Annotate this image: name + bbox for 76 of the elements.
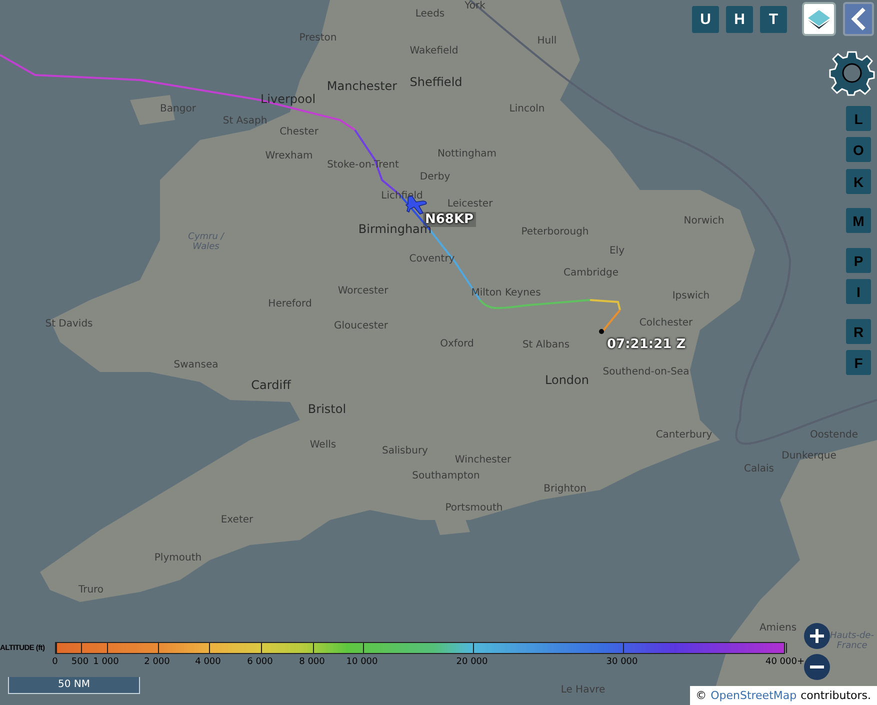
place-label: Oostende (810, 430, 858, 440)
toggle-button[interactable]: T (760, 6, 787, 32)
place-label: Colchester (639, 318, 693, 328)
toggle-button[interactable]: H (726, 6, 753, 32)
toggle-button[interactable]: K (846, 169, 871, 194)
place-label: St Davids (45, 318, 93, 330)
place-label: Cambridge (564, 268, 618, 278)
place-label: Winchester (454, 454, 512, 466)
toggle-button[interactable]: U (692, 6, 719, 32)
legend-tick-label: 2 000 (144, 657, 170, 667)
toggle-button[interactable]: P (846, 248, 871, 273)
legend-tick-label: 10 000 (346, 657, 378, 667)
legend-tick-label: 500 (71, 657, 89, 667)
place-label: Norwich (684, 216, 724, 226)
legend-tick-label: 40 000+ (765, 657, 805, 667)
copyright-text: © (696, 689, 707, 702)
toggle-button[interactable]: L (846, 106, 871, 131)
place-label: Swansea (174, 360, 218, 370)
place-label: Wrexham (265, 150, 313, 162)
place-label: Wells (310, 440, 336, 450)
place-label: Southampton (412, 470, 480, 482)
legend-tick-label: 1 000 (93, 657, 119, 667)
place-label: Bangor (160, 104, 196, 114)
legend-tick-label: 0 (52, 657, 58, 667)
place-label: Wakefield (410, 46, 458, 56)
place-label: Truro (78, 584, 104, 596)
place-label: Preston (299, 32, 337, 44)
place-label: Leeds (415, 8, 445, 20)
place-label: Leicester (447, 198, 493, 210)
place-label: Hull (537, 36, 557, 46)
place-label: Cardiff (251, 378, 291, 392)
place-label: Brighton (544, 484, 586, 494)
place-label: St Asaph (222, 116, 268, 126)
place-label: Ipswich (672, 290, 710, 302)
attribution-text: contributors. (800, 689, 871, 702)
place-label: Oxford (440, 338, 474, 350)
place-label: Calais (744, 464, 774, 474)
place-label: Gloucester (334, 320, 388, 332)
legend-tick-label: 8 000 (299, 657, 325, 667)
toggle-button[interactable]: F (846, 350, 871, 375)
place-label: Peterborough (521, 226, 589, 238)
place-label: Salisbury (382, 446, 428, 456)
place-label: Bristol (308, 402, 346, 416)
place-label: Le Havre (560, 684, 606, 696)
legend-tick-label: 4 000 (195, 657, 221, 667)
toggle-button[interactable]: M (846, 208, 871, 233)
legend-tick-label: 20 000 (456, 657, 488, 667)
place-label: Amiens (759, 622, 797, 634)
place-label: Canterbury (656, 430, 712, 440)
scale-bar: 50 NM (8, 677, 140, 694)
place-label: London (545, 373, 589, 387)
place-label: Exeter (220, 514, 254, 526)
place-label: Manchester (326, 79, 398, 93)
place-label: Worcester (338, 286, 388, 296)
place-label: Sheffield (410, 75, 462, 89)
place-label: Chester (280, 126, 318, 138)
openstreetmap-link[interactable]: OpenStreetMap (710, 689, 797, 702)
place-label: Derby (420, 172, 450, 182)
place-label: Nottingham (437, 148, 497, 160)
toggle-button[interactable]: I (846, 279, 871, 304)
place-label: Southend-on-Sea (602, 366, 690, 378)
toggle-button[interactable]: O (846, 137, 871, 162)
place-label: Hereford (268, 298, 312, 310)
place-label: Ely (610, 246, 624, 256)
legend-tick-label: 6 000 (247, 657, 273, 667)
place-label: Plymouth (154, 552, 202, 564)
place-label: Dunkerque (782, 450, 836, 462)
place-label: York (464, 0, 486, 12)
place-label: Liverpool (260, 92, 316, 106)
place-label: St Albans (522, 340, 570, 350)
place-label: Lincoln (509, 104, 545, 114)
legend-tick-label: 30 000 (606, 657, 638, 667)
timestamp-label: 07:21:21 Z (606, 337, 687, 352)
aircraft-callsign-label[interactable]: N68KP (423, 212, 476, 227)
place-label: Portsmouth (445, 502, 503, 514)
toggle-button[interactable]: R (846, 319, 871, 344)
